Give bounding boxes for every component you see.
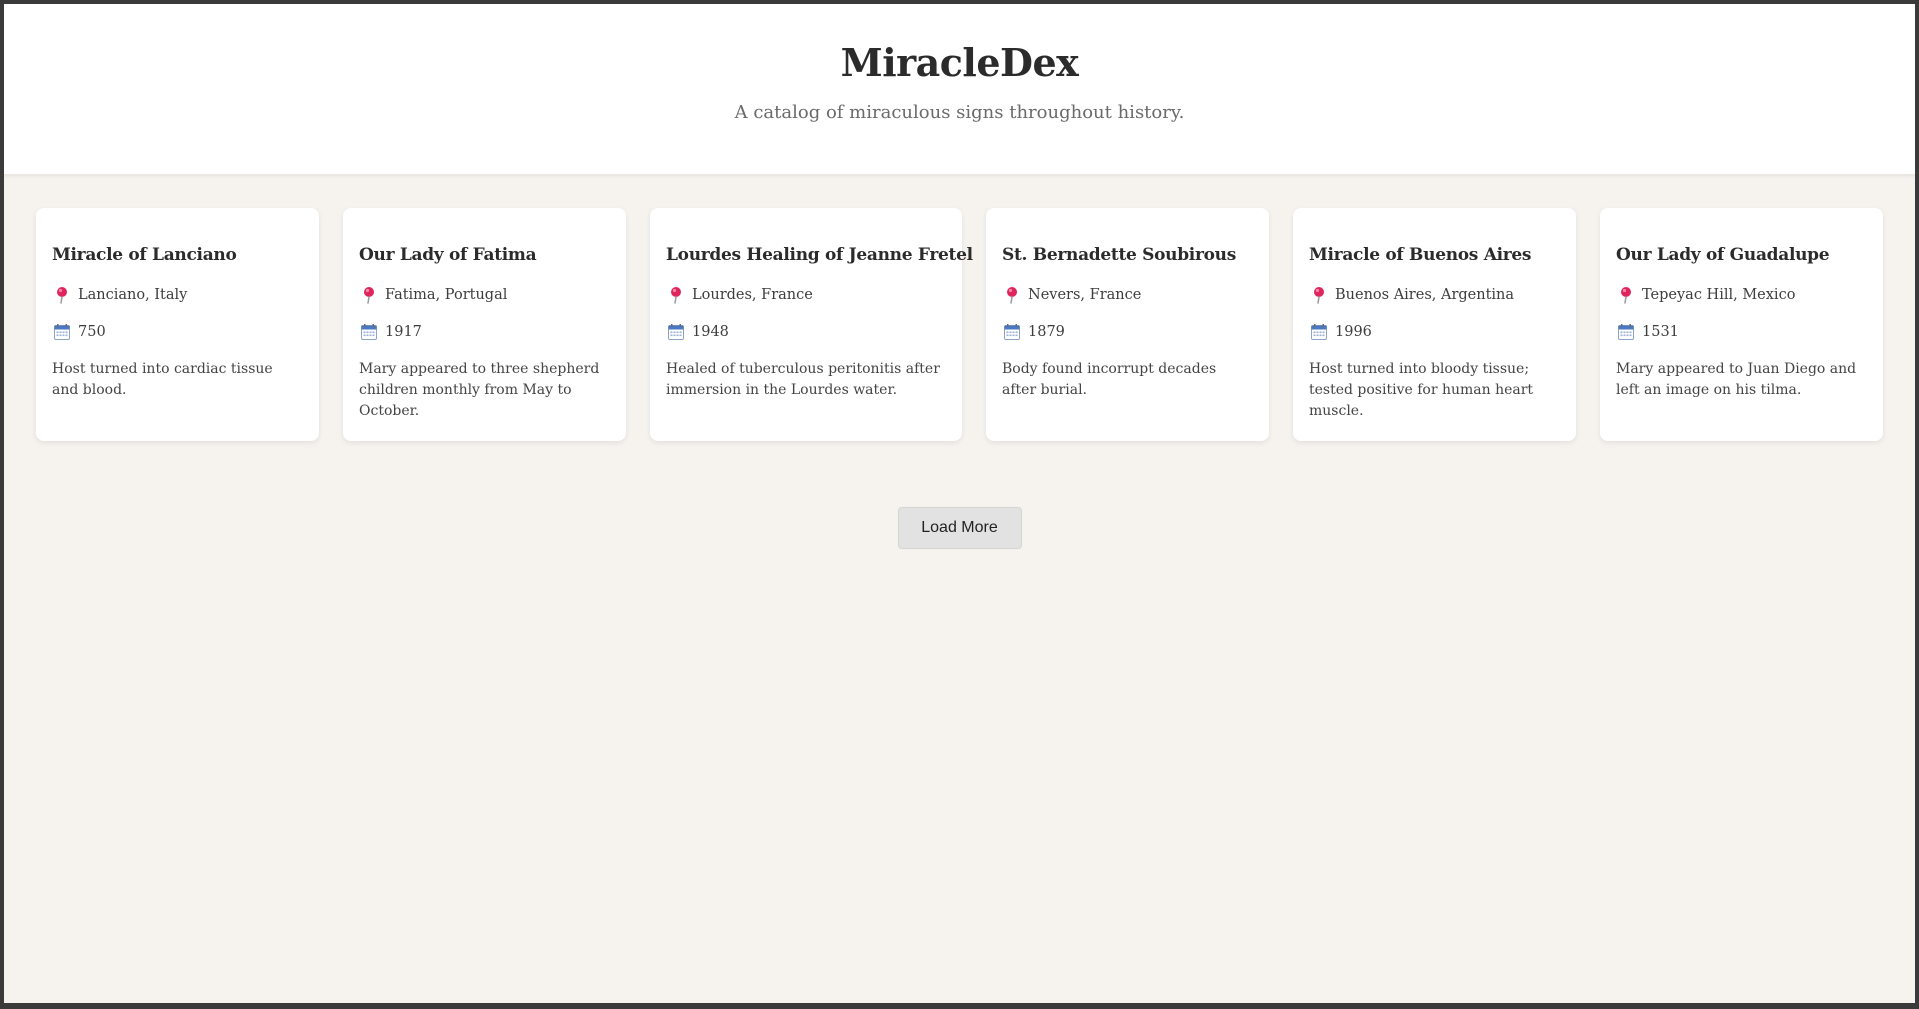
miracle-card-location-row: Lourdes, France (666, 285, 946, 305)
miracle-card[interactable]: Miracle of Lanciano Lanciano, Italy 750 … (36, 208, 319, 441)
miracle-card[interactable]: St. Bernadette Soubirous Nevers, France (986, 208, 1269, 441)
calendar-icon (54, 324, 70, 340)
miracle-card-location-row: Buenos Aires, Argentina (1309, 285, 1560, 305)
page-subtitle: A catalog of miraculous signs throughout… (734, 102, 1185, 123)
pin-icon (1621, 287, 1631, 304)
miracle-card[interactable]: Lourdes Healing of Jeanne Fretel Lourdes… (650, 208, 973, 441)
miracle-card-location-row: Lanciano, Italy (52, 285, 303, 305)
load-more-button[interactable]: Load More (897, 507, 1022, 549)
calendar-icon (1004, 324, 1020, 340)
site-header: MiracleDex A catalog of miraculous signs… (4, 4, 1915, 176)
miracle-card-year-row: 1531 (1616, 322, 1867, 342)
miracle-card[interactable]: Miracle of Buenos Aires Buenos Aires, Ar… (1293, 208, 1576, 441)
miracle-card-year: 1917 (385, 324, 422, 340)
miracle-card-location: Lourdes, France (692, 287, 813, 303)
miracle-card-description: Host turned into cardiac tissue and bloo… (52, 361, 273, 398)
calendar-icon (1618, 324, 1634, 340)
miracle-card-year: 1879 (1028, 324, 1065, 340)
miracle-card-year: 1948 (692, 324, 729, 340)
miracle-card-year-row: 750 (52, 322, 303, 342)
miracle-card-description: Mary appeared to Juan Diego and left an … (1616, 361, 1857, 398)
miracle-card-year-row: 1917 (359, 322, 610, 342)
miracle-card-description: Host turned into bloody tissue; tested p… (1309, 361, 1534, 419)
miracle-card-location: Buenos Aires, Argentina (1335, 287, 1515, 303)
miracle-card-location: Nevers, France (1028, 287, 1142, 303)
pin-icon (57, 287, 67, 304)
miracle-card-year: 1531 (1642, 324, 1679, 340)
miracle-card[interactable]: Our Lady of Fatima Fatima, Portugal 1917… (343, 208, 626, 441)
load-more-container: Load More (4, 507, 1915, 549)
calendar-icon (668, 324, 684, 340)
miracle-card-title: Our Lady of Guadalupe (1616, 245, 1830, 265)
miracle-card-year-row: 1948 (666, 322, 946, 342)
miracle-card-description: Mary appeared to three shepherd children… (359, 361, 600, 419)
pin-icon (1007, 287, 1017, 304)
miracle-card-location: Lanciano, Italy (78, 287, 188, 303)
miracle-card-year-row: 1879 (1002, 322, 1253, 342)
miracle-card-title: Our Lady of Fatima (359, 245, 537, 265)
miracle-card-location: Tepeyac Hill, Mexico (1642, 287, 1796, 303)
pin-icon (364, 287, 374, 304)
app-window: MiracleDex A catalog of miraculous signs… (4, 4, 1915, 1003)
miracle-card[interactable]: Our Lady of Guadalupe Tepeyac Hill, Mexi… (1600, 208, 1883, 441)
miracle-card-title: St. Bernadette Soubirous (1002, 245, 1236, 265)
miracle-card-title: Miracle of Lanciano (52, 245, 237, 265)
miracle-card-year-row: 1996 (1309, 322, 1560, 342)
calendar-icon (1311, 324, 1327, 340)
miracle-card-description: Body found incorrupt decades after buria… (1002, 361, 1217, 398)
miracle-card-year: 750 (78, 324, 106, 340)
calendar-icon (361, 324, 377, 340)
miracle-card-year: 1996 (1335, 324, 1372, 340)
miracle-card-grid: Miracle of Lanciano Lanciano, Italy 750 … (4, 208, 1915, 441)
miracle-card-location-row: Tepeyac Hill, Mexico (1616, 285, 1867, 305)
pin-icon (1314, 287, 1324, 304)
miracle-card-location: Fatima, Portugal (385, 287, 508, 303)
miracle-card-title: Miracle of Buenos Aires (1309, 245, 1532, 265)
miracle-card-title: Lourdes Healing of Jeanne Fretel (666, 245, 973, 265)
miracle-card-location-row: Nevers, France (1002, 285, 1253, 305)
miracle-card-location-row: Fatima, Portugal (359, 285, 610, 305)
page-title: MiracleDex (840, 40, 1079, 85)
miracle-card-description: Healed of tuberculous peritonitis after … (666, 361, 940, 398)
pin-icon (671, 287, 681, 304)
